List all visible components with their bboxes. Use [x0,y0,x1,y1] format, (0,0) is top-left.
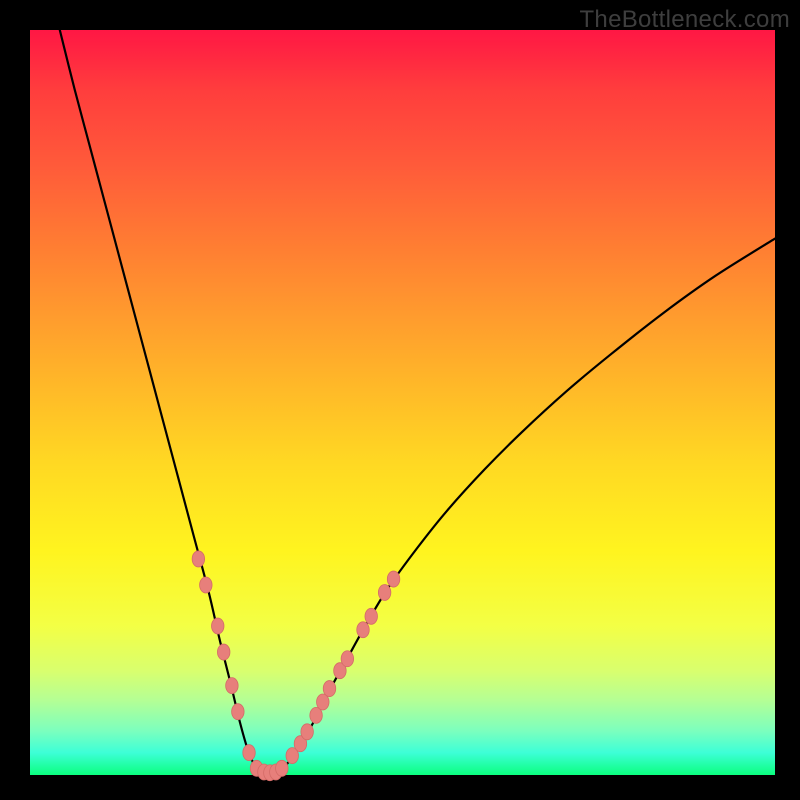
marker-point [226,678,238,694]
marker-point [301,724,313,740]
marker-point [217,644,229,660]
marker-point [200,577,212,593]
marker-point [192,551,204,567]
marker-point [357,622,369,638]
chart-container: TheBottleneck.com [0,0,800,800]
marker-point [232,704,244,720]
marker-point [341,651,353,667]
chart-svg [0,0,800,800]
marker-point [378,584,390,600]
marker-point [365,608,377,624]
marker-point [212,618,224,634]
marker-point [387,571,399,587]
marker-point [323,681,335,697]
marker-point [243,745,255,761]
curve-left-branch [60,30,261,772]
curve-right-branch [276,239,775,772]
marker-point [276,760,288,776]
